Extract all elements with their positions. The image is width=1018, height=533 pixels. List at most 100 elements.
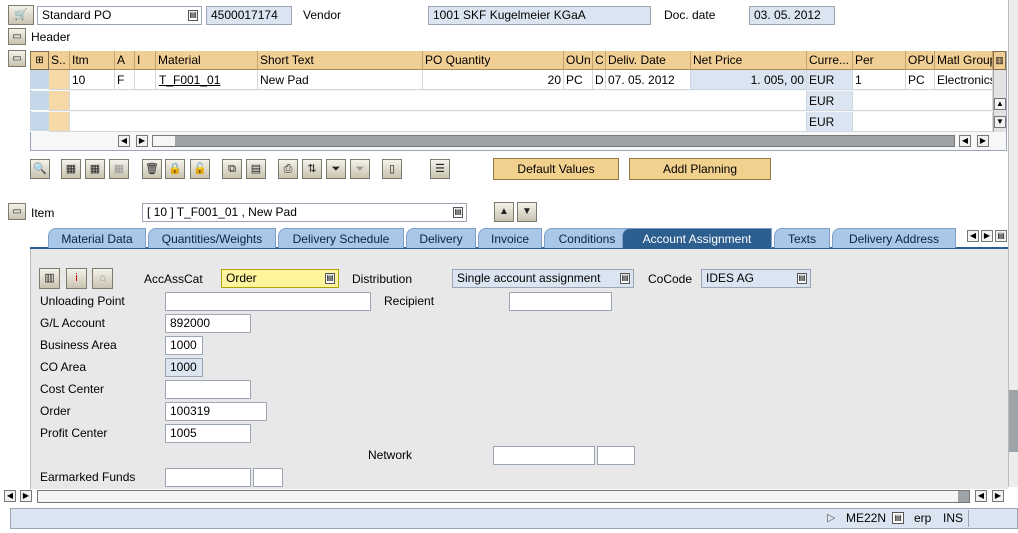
table-cell-matl-group[interactable]: Electronics [935,70,993,90]
tab-delivery[interactable]: Delivery [406,228,476,248]
delete-icon[interactable]: 🗑 [142,159,162,179]
table-cell-currency[interactable]: EUR [807,91,853,111]
col-header-deliv-date[interactable]: Deliv. Date [606,51,691,70]
copy-icon[interactable]: ⧉ [222,159,242,179]
tab-scroll-left-icon[interactable]: ◀ [967,230,979,242]
item-detail-collapse-icon[interactable]: ▭ [8,203,26,220]
scroll-left-icon[interactable]: ◀ [975,490,987,502]
next-item-icon[interactable]: ▼ [517,202,537,222]
tab-scroll-right-icon[interactable]: ▶ [981,230,993,242]
dropdown-icon[interactable]: ▤ [620,273,630,284]
scroll-left-icon[interactable]: ◀ [4,490,16,502]
dropdown-icon[interactable]: ▤ [325,273,335,284]
status-play-icon[interactable]: ▷ [827,511,835,524]
select-block-icon[interactable]: ▦ [109,159,129,179]
table-cell-short-text[interactable]: New Pad [258,70,423,90]
multiple-account-assignment-icon[interactable]: ▥ [39,268,60,289]
table-cell-a[interactable]: F [115,70,135,90]
col-header-itm[interactable]: Itm [70,51,115,70]
header-expand-icon[interactable]: ▭ [8,28,26,45]
tab-delivery-schedule[interactable]: Delivery Schedule [278,228,404,248]
row-selector[interactable] [30,112,49,132]
col-header-opu[interactable]: OPU [906,51,935,70]
table-cell-i[interactable] [135,70,156,90]
table-cell-net-price[interactable]: 1. 005, 00 [691,70,807,90]
scroll-left-icon[interactable]: ◀ [118,135,130,147]
details-icon[interactable]: 🔍 [30,159,50,179]
row-selector[interactable] [30,70,49,90]
select-all-icon[interactable]: ▦ [61,159,81,179]
col-header-material[interactable]: Material [156,51,258,70]
item-overview-collapse-icon[interactable]: ▭ [8,50,26,67]
gl-account-input[interactable]: 892000 [165,314,251,333]
scroll-down-icon[interactable]: ▼ [994,116,1006,128]
table-cell-po-quantity[interactable]: 20 [423,70,564,90]
print-icon[interactable]: ⎙ [278,159,298,179]
scroll-right-icon[interactable]: ▶ [20,490,32,502]
order-input[interactable]: 100319 [165,402,267,421]
tab-list-icon[interactable]: ▤ [995,230,1007,242]
column-config-icon[interactable]: ▥ [993,51,1006,70]
table-cell-empty[interactable] [853,112,993,132]
col-header-status[interactable]: S.. [49,51,70,70]
table-cell-oun[interactable]: PC [564,70,593,90]
document-overview-icon[interactable]: 🛒 [8,5,34,25]
table-settings-icon[interactable]: ⊞ [30,51,49,70]
table-cell-status[interactable] [49,70,70,90]
cocode-select[interactable]: IDES AG ▤ [701,269,811,288]
table-cell-status[interactable] [49,91,70,111]
recipient-input[interactable] [509,292,612,311]
filter-icon[interactable]: ⏷ [326,159,346,179]
table-cell-deliv-date[interactable]: 07. 05. 2012 [606,70,691,90]
table-cell-empty[interactable] [70,91,807,111]
scrollbar-thumb[interactable] [153,136,175,146]
tab-quantities-weights[interactable]: Quantities/Weights [148,228,276,248]
col-header-po-quantity[interactable]: PO Quantity [423,51,564,70]
col-header-oun[interactable]: OUn [564,51,593,70]
scroll-right-icon[interactable]: ▶ [977,135,989,147]
status-list-icon[interactable]: ▤ [892,512,904,524]
vendor-field[interactable]: 1001 SKF Kugelmeier KGaA [428,6,651,25]
tab-account-assignment[interactable]: Account Assignment [622,228,772,248]
dropdown-icon[interactable]: ▤ [797,273,807,284]
scroll-right-icon[interactable]: ▶ [992,490,1004,502]
table-cell-status[interactable] [49,112,70,132]
deselect-all-icon[interactable]: ▦ [85,159,105,179]
co-area-input[interactable]: 1000 [165,358,203,377]
filter-off-icon[interactable]: ⏷ [350,159,370,179]
col-header-c[interactable]: C [593,51,606,70]
business-area-input[interactable]: 1000 [165,336,203,355]
table-cell-empty[interactable] [853,91,993,111]
tab-material-data[interactable]: Material Data [48,228,146,248]
col-header-a[interactable]: A [115,51,135,70]
table-cell-opu[interactable]: PC [906,70,935,90]
scroll-right-icon[interactable]: ▶ [136,135,148,147]
previous-item-icon[interactable]: ▲ [494,202,514,222]
col-header-net-price[interactable]: Net Price [691,51,807,70]
earmarked-funds-input[interactable] [165,468,251,487]
accasscat-select[interactable]: Order ▤ [221,269,339,288]
po-type-select[interactable]: Standard PO ▤ [37,6,202,25]
lock-icon[interactable]: 🔒 [165,159,185,179]
tab-delivery-address[interactable]: Delivery Address [832,228,956,248]
col-header-per[interactable]: Per [853,51,906,70]
distribution-select[interactable]: Single account assignment ▤ [452,269,634,288]
tab-invoice[interactable]: Invoice [478,228,542,248]
tab-texts[interactable]: Texts [774,228,830,248]
po-number-field[interactable]: 4500017174 [206,6,292,25]
table-cell-material[interactable]: T_F001_01 [156,70,258,90]
profit-center-input[interactable]: 1005 [165,424,251,443]
network-input[interactable] [493,446,595,465]
page-scrollbar-hthumb[interactable] [38,491,958,502]
scroll-left-icon[interactable]: ◀ [959,135,971,147]
document-icon[interactable]: ▯ [382,159,402,179]
dropdown-icon[interactable]: ▤ [188,10,198,21]
bell-icon[interactable]: ⌂ [92,268,113,289]
network-activity-input[interactable] [597,446,635,465]
item-select[interactable]: [ 10 ] T_F001_01 , New Pad ▤ [142,203,467,222]
dropdown-icon[interactable]: ▤ [453,207,463,218]
page-scrollbar-thumb[interactable] [1009,390,1018,452]
table-cell-currency[interactable]: EUR [807,112,853,132]
split-icon[interactable]: ▤ [246,159,266,179]
table-cell-per[interactable]: 1 [853,70,906,90]
